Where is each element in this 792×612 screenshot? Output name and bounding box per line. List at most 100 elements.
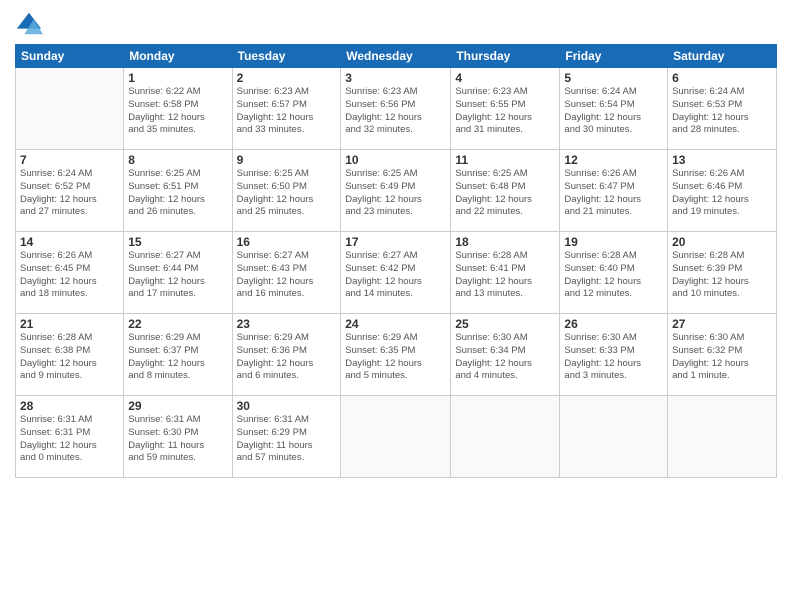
- calendar-table: SundayMondayTuesdayWednesdayThursdayFrid…: [15, 44, 777, 478]
- logo-icon: [15, 10, 43, 38]
- calendar-cell: 25Sunrise: 6:30 AM Sunset: 6:34 PM Dayli…: [451, 314, 560, 396]
- day-number: 21: [20, 317, 119, 331]
- calendar-cell: 8Sunrise: 6:25 AM Sunset: 6:51 PM Daylig…: [124, 150, 232, 232]
- day-number: 29: [128, 399, 227, 413]
- day-info: Sunrise: 6:25 AM Sunset: 6:50 PM Dayligh…: [237, 168, 337, 219]
- calendar-cell: 7Sunrise: 6:24 AM Sunset: 6:52 PM Daylig…: [16, 150, 124, 232]
- calendar-cell: 9Sunrise: 6:25 AM Sunset: 6:50 PM Daylig…: [232, 150, 341, 232]
- calendar-cell: 26Sunrise: 6:30 AM Sunset: 6:33 PM Dayli…: [560, 314, 668, 396]
- day-info: Sunrise: 6:30 AM Sunset: 6:32 PM Dayligh…: [672, 332, 772, 383]
- calendar-cell: 6Sunrise: 6:24 AM Sunset: 6:53 PM Daylig…: [668, 68, 777, 150]
- page: SundayMondayTuesdayWednesdayThursdayFrid…: [0, 0, 792, 612]
- week-row-3: 14Sunrise: 6:26 AM Sunset: 6:45 PM Dayli…: [16, 232, 777, 314]
- day-number: 20: [672, 235, 772, 249]
- day-number: 12: [564, 153, 663, 167]
- calendar-cell: 16Sunrise: 6:27 AM Sunset: 6:43 PM Dayli…: [232, 232, 341, 314]
- day-number: 24: [345, 317, 446, 331]
- day-number: 25: [455, 317, 555, 331]
- calendar-cell: 20Sunrise: 6:28 AM Sunset: 6:39 PM Dayli…: [668, 232, 777, 314]
- calendar-cell: 24Sunrise: 6:29 AM Sunset: 6:35 PM Dayli…: [341, 314, 451, 396]
- day-number: 13: [672, 153, 772, 167]
- day-info: Sunrise: 6:26 AM Sunset: 6:45 PM Dayligh…: [20, 250, 119, 301]
- day-number: 26: [564, 317, 663, 331]
- calendar-cell: 18Sunrise: 6:28 AM Sunset: 6:41 PM Dayli…: [451, 232, 560, 314]
- calendar-cell: 4Sunrise: 6:23 AM Sunset: 6:55 PM Daylig…: [451, 68, 560, 150]
- day-number: 8: [128, 153, 227, 167]
- day-number: 27: [672, 317, 772, 331]
- day-info: Sunrise: 6:23 AM Sunset: 6:56 PM Dayligh…: [345, 86, 446, 137]
- week-row-4: 21Sunrise: 6:28 AM Sunset: 6:38 PM Dayli…: [16, 314, 777, 396]
- day-info: Sunrise: 6:23 AM Sunset: 6:57 PM Dayligh…: [237, 86, 337, 137]
- day-number: 17: [345, 235, 446, 249]
- weekday-header-friday: Friday: [560, 45, 668, 68]
- day-number: 5: [564, 71, 663, 85]
- day-number: 11: [455, 153, 555, 167]
- calendar-cell: 14Sunrise: 6:26 AM Sunset: 6:45 PM Dayli…: [16, 232, 124, 314]
- calendar-cell: [16, 68, 124, 150]
- day-number: 10: [345, 153, 446, 167]
- day-number: 23: [237, 317, 337, 331]
- day-info: Sunrise: 6:31 AM Sunset: 6:30 PM Dayligh…: [128, 414, 227, 465]
- weekday-header-saturday: Saturday: [668, 45, 777, 68]
- calendar-cell: 10Sunrise: 6:25 AM Sunset: 6:49 PM Dayli…: [341, 150, 451, 232]
- day-info: Sunrise: 6:29 AM Sunset: 6:36 PM Dayligh…: [237, 332, 337, 383]
- calendar-cell: [560, 396, 668, 478]
- day-number: 6: [672, 71, 772, 85]
- day-info: Sunrise: 6:24 AM Sunset: 6:53 PM Dayligh…: [672, 86, 772, 137]
- calendar-cell: 27Sunrise: 6:30 AM Sunset: 6:32 PM Dayli…: [668, 314, 777, 396]
- calendar-cell: 15Sunrise: 6:27 AM Sunset: 6:44 PM Dayli…: [124, 232, 232, 314]
- day-info: Sunrise: 6:28 AM Sunset: 6:40 PM Dayligh…: [564, 250, 663, 301]
- day-number: 1: [128, 71, 227, 85]
- day-info: Sunrise: 6:22 AM Sunset: 6:58 PM Dayligh…: [128, 86, 227, 137]
- weekday-header-tuesday: Tuesday: [232, 45, 341, 68]
- day-info: Sunrise: 6:28 AM Sunset: 6:41 PM Dayligh…: [455, 250, 555, 301]
- day-number: 28: [20, 399, 119, 413]
- day-info: Sunrise: 6:26 AM Sunset: 6:46 PM Dayligh…: [672, 168, 772, 219]
- calendar-cell: 1Sunrise: 6:22 AM Sunset: 6:58 PM Daylig…: [124, 68, 232, 150]
- day-number: 22: [128, 317, 227, 331]
- day-info: Sunrise: 6:25 AM Sunset: 6:48 PM Dayligh…: [455, 168, 555, 219]
- weekday-header-sunday: Sunday: [16, 45, 124, 68]
- calendar-cell: 17Sunrise: 6:27 AM Sunset: 6:42 PM Dayli…: [341, 232, 451, 314]
- day-info: Sunrise: 6:25 AM Sunset: 6:51 PM Dayligh…: [128, 168, 227, 219]
- header: [15, 10, 777, 38]
- week-row-1: 1Sunrise: 6:22 AM Sunset: 6:58 PM Daylig…: [16, 68, 777, 150]
- day-info: Sunrise: 6:27 AM Sunset: 6:44 PM Dayligh…: [128, 250, 227, 301]
- calendar-cell: 3Sunrise: 6:23 AM Sunset: 6:56 PM Daylig…: [341, 68, 451, 150]
- calendar-cell: 11Sunrise: 6:25 AM Sunset: 6:48 PM Dayli…: [451, 150, 560, 232]
- day-number: 9: [237, 153, 337, 167]
- calendar-cell: [451, 396, 560, 478]
- calendar-cell: 22Sunrise: 6:29 AM Sunset: 6:37 PM Dayli…: [124, 314, 232, 396]
- calendar-cell: 28Sunrise: 6:31 AM Sunset: 6:31 PM Dayli…: [16, 396, 124, 478]
- calendar-cell: 5Sunrise: 6:24 AM Sunset: 6:54 PM Daylig…: [560, 68, 668, 150]
- day-info: Sunrise: 6:25 AM Sunset: 6:49 PM Dayligh…: [345, 168, 446, 219]
- day-number: 3: [345, 71, 446, 85]
- weekday-header-row: SundayMondayTuesdayWednesdayThursdayFrid…: [16, 45, 777, 68]
- calendar-cell: 23Sunrise: 6:29 AM Sunset: 6:36 PM Dayli…: [232, 314, 341, 396]
- day-info: Sunrise: 6:29 AM Sunset: 6:37 PM Dayligh…: [128, 332, 227, 383]
- day-info: Sunrise: 6:28 AM Sunset: 6:39 PM Dayligh…: [672, 250, 772, 301]
- calendar-cell: 29Sunrise: 6:31 AM Sunset: 6:30 PM Dayli…: [124, 396, 232, 478]
- weekday-header-thursday: Thursday: [451, 45, 560, 68]
- calendar-cell: 19Sunrise: 6:28 AM Sunset: 6:40 PM Dayli…: [560, 232, 668, 314]
- calendar-cell: 12Sunrise: 6:26 AM Sunset: 6:47 PM Dayli…: [560, 150, 668, 232]
- day-info: Sunrise: 6:31 AM Sunset: 6:31 PM Dayligh…: [20, 414, 119, 465]
- calendar-cell: 2Sunrise: 6:23 AM Sunset: 6:57 PM Daylig…: [232, 68, 341, 150]
- day-number: 30: [237, 399, 337, 413]
- day-info: Sunrise: 6:27 AM Sunset: 6:43 PM Dayligh…: [237, 250, 337, 301]
- day-info: Sunrise: 6:27 AM Sunset: 6:42 PM Dayligh…: [345, 250, 446, 301]
- logo: [15, 10, 47, 38]
- day-number: 18: [455, 235, 555, 249]
- day-info: Sunrise: 6:30 AM Sunset: 6:34 PM Dayligh…: [455, 332, 555, 383]
- week-row-2: 7Sunrise: 6:24 AM Sunset: 6:52 PM Daylig…: [16, 150, 777, 232]
- calendar-cell: 21Sunrise: 6:28 AM Sunset: 6:38 PM Dayli…: [16, 314, 124, 396]
- day-number: 19: [564, 235, 663, 249]
- calendar-cell: 13Sunrise: 6:26 AM Sunset: 6:46 PM Dayli…: [668, 150, 777, 232]
- day-info: Sunrise: 6:31 AM Sunset: 6:29 PM Dayligh…: [237, 414, 337, 465]
- day-info: Sunrise: 6:24 AM Sunset: 6:54 PM Dayligh…: [564, 86, 663, 137]
- weekday-header-monday: Monday: [124, 45, 232, 68]
- day-info: Sunrise: 6:24 AM Sunset: 6:52 PM Dayligh…: [20, 168, 119, 219]
- day-number: 16: [237, 235, 337, 249]
- weekday-header-wednesday: Wednesday: [341, 45, 451, 68]
- day-info: Sunrise: 6:28 AM Sunset: 6:38 PM Dayligh…: [20, 332, 119, 383]
